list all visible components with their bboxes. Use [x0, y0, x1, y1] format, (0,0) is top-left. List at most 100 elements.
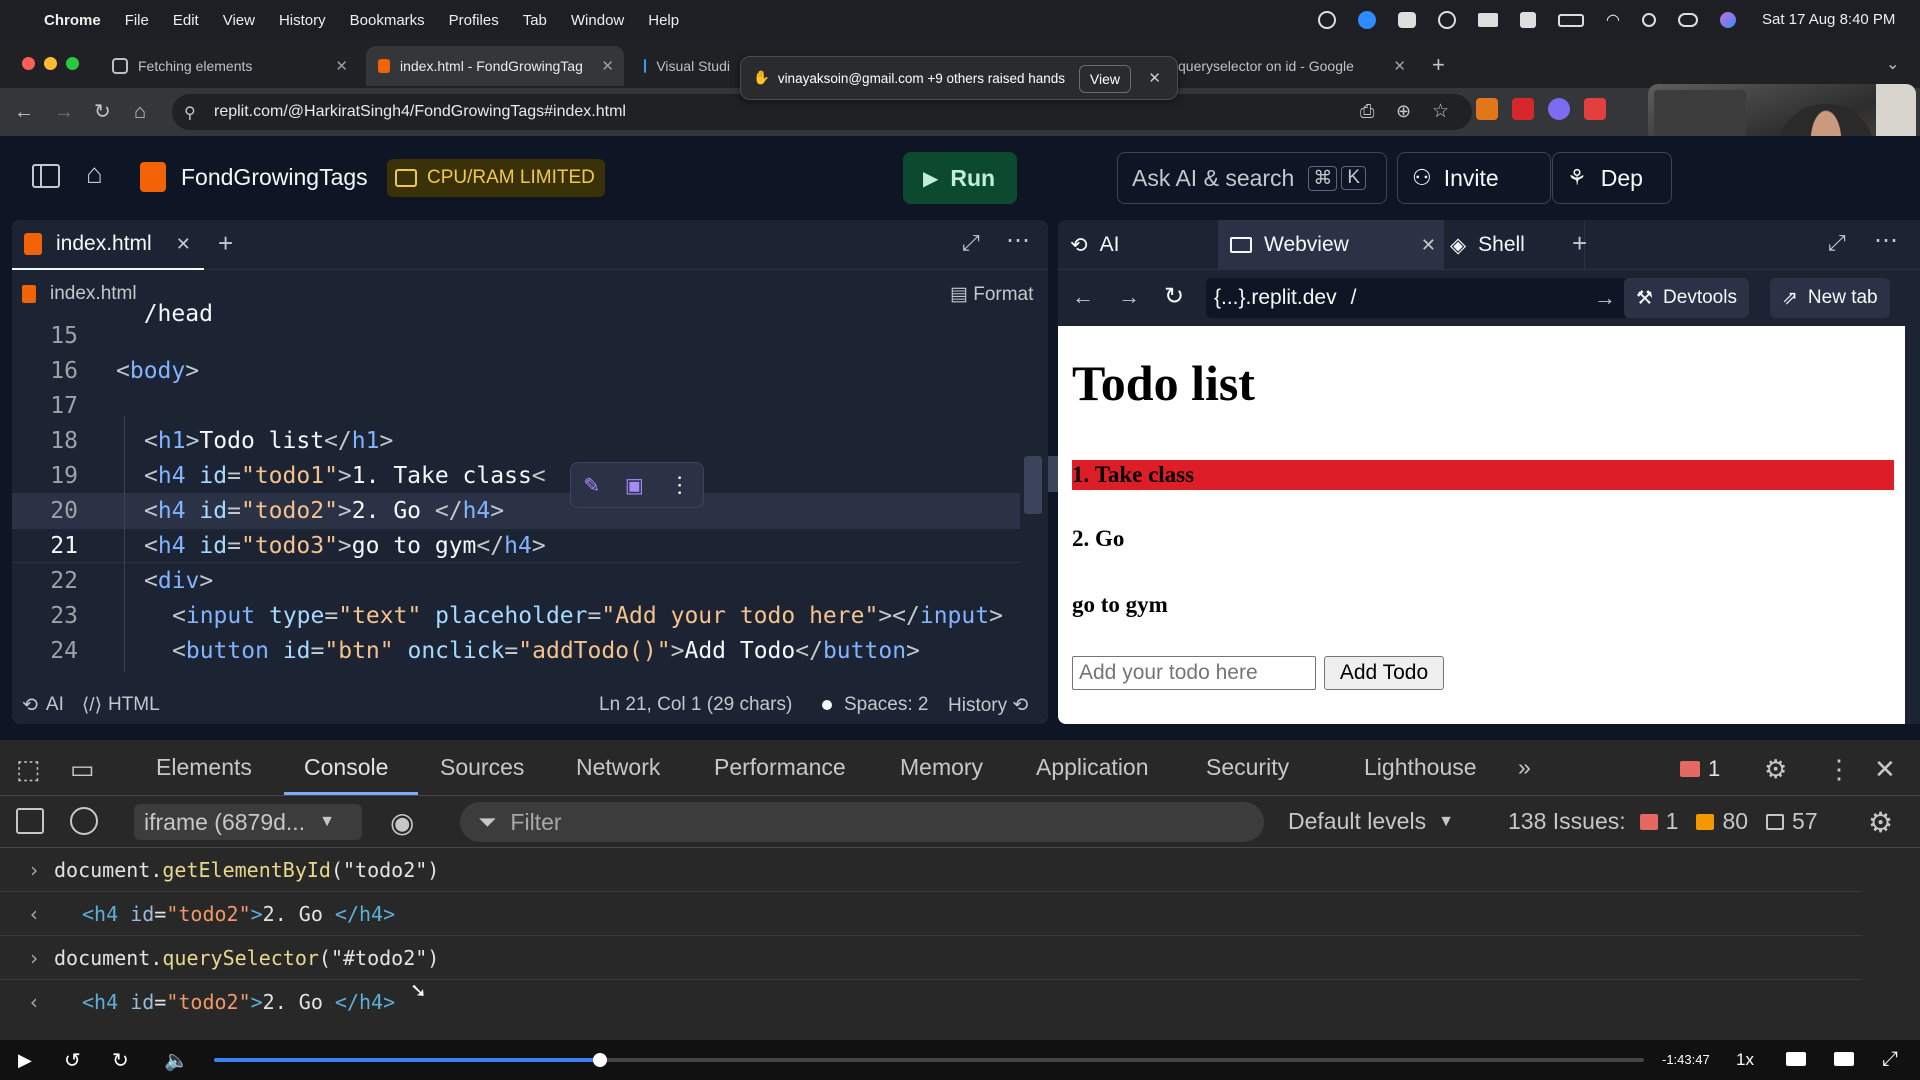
devtools-tab-application[interactable]: Application	[1036, 754, 1149, 781]
console-output[interactable]: › document.getElementById("todo2") ‹ <h4…	[0, 848, 1920, 1040]
menu-bookmarks[interactable]: Bookmarks	[350, 12, 425, 29]
devtools-tab-elements[interactable]: Elements	[156, 754, 252, 781]
bookmark-star-icon[interactable]: ☆	[1432, 100, 1449, 123]
browser-tab-1[interactable]: Fetching elements ✕	[100, 46, 358, 86]
console-command[interactable]: document.getElementById("todo2")	[54, 858, 439, 882]
site-info-icon[interactable]: ⚲	[184, 103, 196, 123]
menubar-datetime[interactable]: Sat 17 Aug 8:40 PM	[1762, 11, 1895, 28]
search-icon[interactable]	[1641, 13, 1656, 27]
video-progress-knob[interactable]	[593, 1053, 608, 1067]
console-result-element[interactable]: <h4 id="todo2">2. Go </h4>	[82, 902, 395, 926]
zoom-icon[interactable]	[1358, 11, 1376, 29]
playback-speed[interactable]: 1x	[1736, 1050, 1754, 1070]
back-button[interactable]: ←	[14, 100, 34, 124]
menu-profiles[interactable]: Profiles	[449, 12, 499, 29]
tab-ai[interactable]: ⟲ AI	[1070, 220, 1119, 270]
more-options-icon[interactable]: ⋯	[1874, 226, 1898, 255]
run-button[interactable]: ▶ Run	[903, 152, 1017, 204]
fullscreen-icon[interactable]: ⤢	[1882, 1048, 1898, 1071]
status-icon-1[interactable]	[1318, 11, 1336, 29]
control-center-icon[interactable]	[1677, 13, 1698, 27]
install-icon[interactable]: ⎙	[1360, 101, 1374, 122]
devtools-tab-memory[interactable]: Memory	[900, 754, 983, 781]
sidebar-toggle-icon[interactable]	[16, 808, 44, 834]
browser-tab-3[interactable]: Visual Studi	[632, 46, 742, 86]
ai-edit-icon[interactable]: ✎	[583, 473, 600, 498]
menu-file[interactable]: File	[125, 12, 149, 29]
devtools-tab-network[interactable]: Network	[576, 754, 660, 781]
menu-edit[interactable]: Edit	[173, 12, 199, 29]
volume-icon[interactable]: 🔈	[164, 1048, 189, 1073]
home-icon[interactable]: ⌂	[86, 158, 103, 190]
menu-help[interactable]: Help	[648, 12, 679, 29]
play-button[interactable]: ▶	[18, 1050, 32, 1071]
cpu-ram-limited-badge[interactable]: CPU/RAM LIMITED	[387, 159, 605, 197]
wifi-icon[interactable]: ◠	[1606, 10, 1620, 30]
forward-button[interactable]: →	[54, 100, 74, 124]
more-tabs-icon[interactable]: »	[1518, 754, 1531, 781]
ai-status-icon[interactable]: ⟲	[22, 694, 38, 717]
hd-icon[interactable]	[1834, 1052, 1854, 1066]
devtools-tab-console[interactable]: Console	[304, 754, 388, 781]
sidebar-toggle-icon[interactable]	[32, 164, 60, 188]
add-todo-button[interactable]: Add Todo	[1324, 656, 1444, 690]
go-arrow-icon[interactable]: →	[1594, 285, 1616, 311]
zoom-icon[interactable]: ⊕	[1396, 101, 1411, 122]
editor-tab-index-html[interactable]: index.html ✕	[12, 220, 204, 270]
ask-ai-search-button[interactable]: Ask AI & search ⌘ K	[1117, 152, 1387, 204]
browser-tab-2[interactable]: index.html - FondGrowingTag ✕	[366, 46, 624, 86]
invite-button[interactable]: ⚇ Invite	[1397, 152, 1551, 204]
menu-tab[interactable]: Tab	[523, 12, 547, 29]
minimize-window-button[interactable]	[44, 57, 57, 70]
settings-gear-icon[interactable]: ⚙	[1764, 754, 1787, 785]
clear-console-icon[interactable]	[70, 807, 98, 835]
tab-shell[interactable]: ◈ Shell	[1450, 220, 1525, 270]
more-options-icon[interactable]: ⋯	[1006, 226, 1030, 255]
ai-generate-icon[interactable]: ▣	[625, 473, 644, 498]
close-tab-icon[interactable]: ✕	[601, 57, 614, 75]
tab-webview[interactable]: Webview ✕	[1218, 220, 1444, 270]
browser-tab-4[interactable]: queryselector on id - Google ✕	[1166, 46, 1416, 86]
tab-search-button[interactable]: ⌄	[1886, 54, 1899, 74]
video-progress-track[interactable]	[214, 1053, 1644, 1067]
reload-button[interactable]: ↻	[94, 100, 111, 124]
menu-window[interactable]: Window	[571, 12, 624, 29]
close-devtools-icon[interactable]: ✕	[1874, 754, 1896, 785]
siri-icon[interactable]	[1719, 12, 1736, 28]
cursor-position[interactable]: Ln 21, Col 1 (29 chars)	[599, 694, 792, 716]
scrollbar-thumb[interactable]	[1024, 456, 1042, 514]
more-options-icon[interactable]: ⋮	[669, 472, 691, 498]
maximize-icon[interactable]: ⤢	[1828, 230, 1846, 256]
devtools-tab-sources[interactable]: Sources	[440, 754, 524, 781]
extension-icon[interactable]	[1548, 98, 1570, 120]
menu-app-name[interactable]: Chrome	[44, 12, 101, 29]
captions-icon[interactable]	[1786, 1052, 1806, 1066]
forward-button[interactable]: ↻	[112, 1048, 129, 1073]
webview-forward-button[interactable]: →	[1118, 284, 1140, 310]
deploy-button[interactable]: ⚘ Dep	[1552, 152, 1672, 204]
home-button[interactable]: ⌂	[134, 100, 146, 124]
status-icon-5[interactable]	[1478, 13, 1498, 27]
lock-extension-icon[interactable]	[1584, 98, 1606, 120]
live-expression-eye-icon[interactable]: ◉	[390, 806, 414, 839]
close-window-button[interactable]	[22, 57, 35, 70]
language-label[interactable]: HTML	[108, 694, 160, 716]
devtools-tab-security[interactable]: Security	[1206, 754, 1289, 781]
metamask-icon[interactable]	[1476, 98, 1498, 120]
more-options-icon[interactable]: ⋮	[1826, 754, 1852, 785]
vivaldi-icon[interactable]	[1512, 98, 1534, 120]
view-button[interactable]: View	[1078, 65, 1131, 93]
devtools-button[interactable]: ⚒ Devtools	[1624, 278, 1749, 318]
history-button[interactable]: History ⟲	[948, 694, 1028, 717]
new-tab-button[interactable]: +	[1432, 52, 1445, 78]
menu-view[interactable]: View	[223, 12, 255, 29]
issues-counter[interactable]: 138 Issues: 1 80 57	[1508, 808, 1818, 835]
status-icon-3[interactable]	[1398, 12, 1416, 28]
spaces-setting[interactable]: Spaces: 2	[844, 694, 929, 716]
log-levels-dropdown[interactable]: Default levels ▼	[1288, 808, 1454, 835]
status-icon-6[interactable]	[1520, 12, 1536, 28]
webview-back-button[interactable]: ←	[1072, 284, 1094, 310]
status-icon-4[interactable]	[1438, 11, 1456, 29]
close-tab-icon[interactable]: ✕	[1393, 57, 1406, 75]
console-settings-gear-icon[interactable]: ⚙	[1868, 806, 1893, 839]
